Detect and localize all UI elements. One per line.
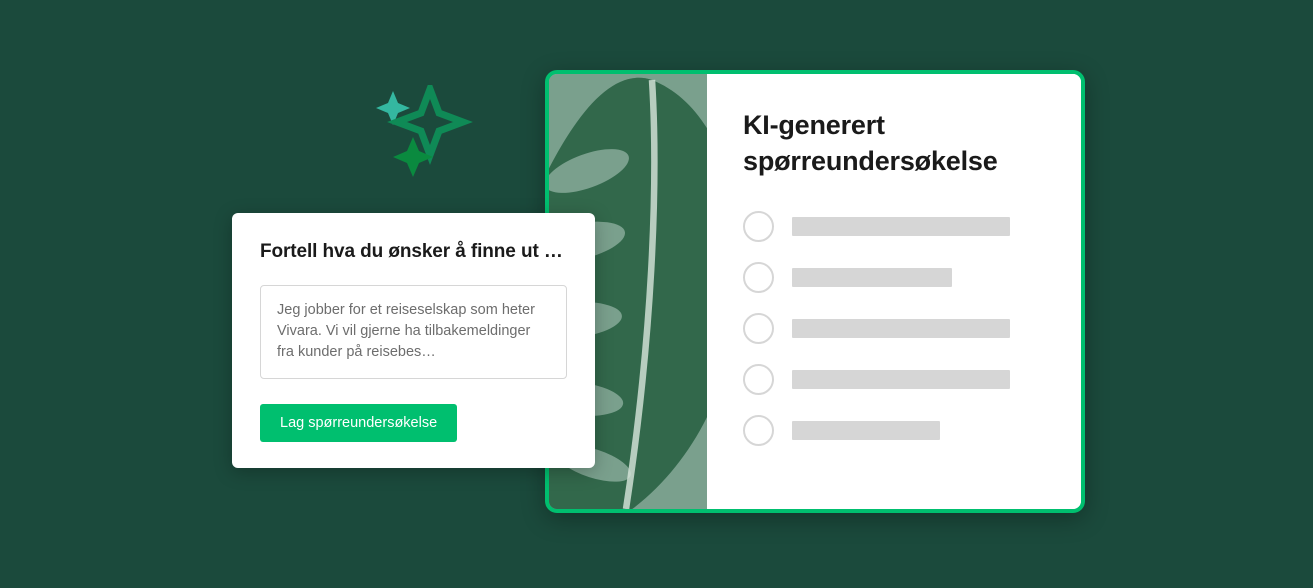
survey-option-row <box>743 211 1045 242</box>
survey-options <box>743 211 1045 446</box>
survey-option-row <box>743 415 1045 446</box>
survey-title: KI-generert spørreundersøkelse <box>743 108 1045 179</box>
survey-option-row <box>743 364 1045 395</box>
survey-preview-card: KI-generert spørreundersøkelse <box>545 70 1085 513</box>
radio-placeholder-icon <box>743 211 774 242</box>
option-text-placeholder <box>792 319 1010 338</box>
option-text-placeholder <box>792 421 940 440</box>
radio-placeholder-icon <box>743 313 774 344</box>
survey-option-row <box>743 313 1045 344</box>
option-text-placeholder <box>792 370 1010 389</box>
radio-placeholder-icon <box>743 364 774 395</box>
create-survey-button[interactable]: Lag spørreundersøkelse <box>260 404 457 442</box>
option-text-placeholder <box>792 268 952 287</box>
prompt-card: Fortell hva du ønsker å finne ut … Lag s… <box>232 213 595 468</box>
prompt-input[interactable] <box>260 285 567 379</box>
survey-option-row <box>743 262 1045 293</box>
survey-body: KI-generert spørreundersøkelse <box>707 74 1081 509</box>
prompt-heading: Fortell hva du ønsker å finne ut … <box>260 241 567 263</box>
sparkle-icon <box>375 85 475 185</box>
radio-placeholder-icon <box>743 415 774 446</box>
radio-placeholder-icon <box>743 262 774 293</box>
option-text-placeholder <box>792 217 1010 236</box>
